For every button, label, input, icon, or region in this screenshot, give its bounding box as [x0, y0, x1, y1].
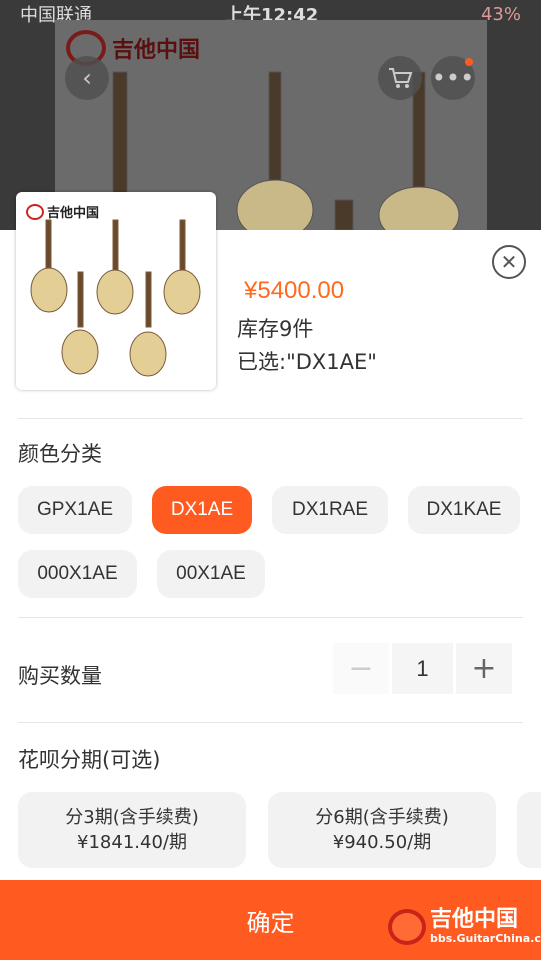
- installment-option-next[interactable]: [517, 792, 541, 868]
- watermark-url: bbs.GuitarChina.com: [430, 932, 541, 945]
- divider: [18, 722, 523, 723]
- logo-text: 吉他中国: [112, 38, 201, 63]
- close-icon: ✕: [500, 250, 518, 274]
- installment-label: 分3期(含手续费): [65, 807, 199, 828]
- selected-variant-label: 已选:"DX1AE": [237, 350, 377, 374]
- more-icon: •••: [431, 64, 475, 92]
- thumb-logo-mark: [26, 203, 44, 220]
- divider: [18, 418, 523, 419]
- color-option-gpx1ae[interactable]: GPX1AE: [18, 486, 132, 534]
- quantity-section-title: 购买数量: [18, 664, 102, 688]
- close-button[interactable]: ✕: [492, 245, 526, 279]
- cart-icon: [389, 68, 413, 88]
- quantity-decrement-button[interactable]: −: [333, 643, 389, 694]
- installment-section-title: 花呗分期(可选): [18, 748, 161, 772]
- cart-button[interactable]: [378, 56, 422, 100]
- divider: [18, 617, 523, 618]
- color-option-dx1rae[interactable]: DX1RAE: [272, 486, 388, 534]
- chevron-left-icon: ‹: [82, 64, 92, 92]
- thumb-logo-text: 吉他中国: [47, 206, 100, 221]
- installment-label: 分6期(含手续费): [315, 807, 449, 828]
- watermark-logo-icon: [388, 908, 426, 945]
- watermark-title: 吉他中国: [430, 907, 519, 932]
- color-option-dx1ae[interactable]: DX1AE: [152, 486, 252, 534]
- quantity-value[interactable]: 1: [392, 643, 453, 694]
- installment-option-6[interactable]: 分6期(含手续费) ¥940.50/期: [268, 792, 496, 868]
- stock-label: 库存9件: [237, 317, 314, 341]
- more-button[interactable]: •••: [431, 56, 475, 100]
- back-button[interactable]: ‹: [65, 56, 109, 100]
- color-option-dx1kae[interactable]: DX1KAE: [408, 486, 520, 534]
- watermark: 吉他中国 bbs.GuitarChina.com: [388, 908, 541, 945]
- notification-dot: [465, 58, 473, 66]
- guitars-image: [30, 219, 201, 377]
- quantity-increment-button[interactable]: +: [456, 643, 512, 694]
- color-section-title: 颜色分类: [18, 442, 102, 466]
- price-label: ¥5400.00: [244, 277, 345, 304]
- color-option-000x1ae[interactable]: 000X1AE: [18, 550, 137, 598]
- thumb-logo: 吉他中国: [26, 202, 99, 221]
- color-option-00x1ae[interactable]: 00X1AE: [157, 550, 265, 598]
- product-thumbnail: 吉他中国: [16, 192, 216, 390]
- installment-amount: ¥940.50/期: [332, 832, 432, 853]
- installment-amount: ¥1841.40/期: [77, 832, 187, 853]
- installment-option-3[interactable]: 分3期(含手续费) ¥1841.40/期: [18, 792, 246, 868]
